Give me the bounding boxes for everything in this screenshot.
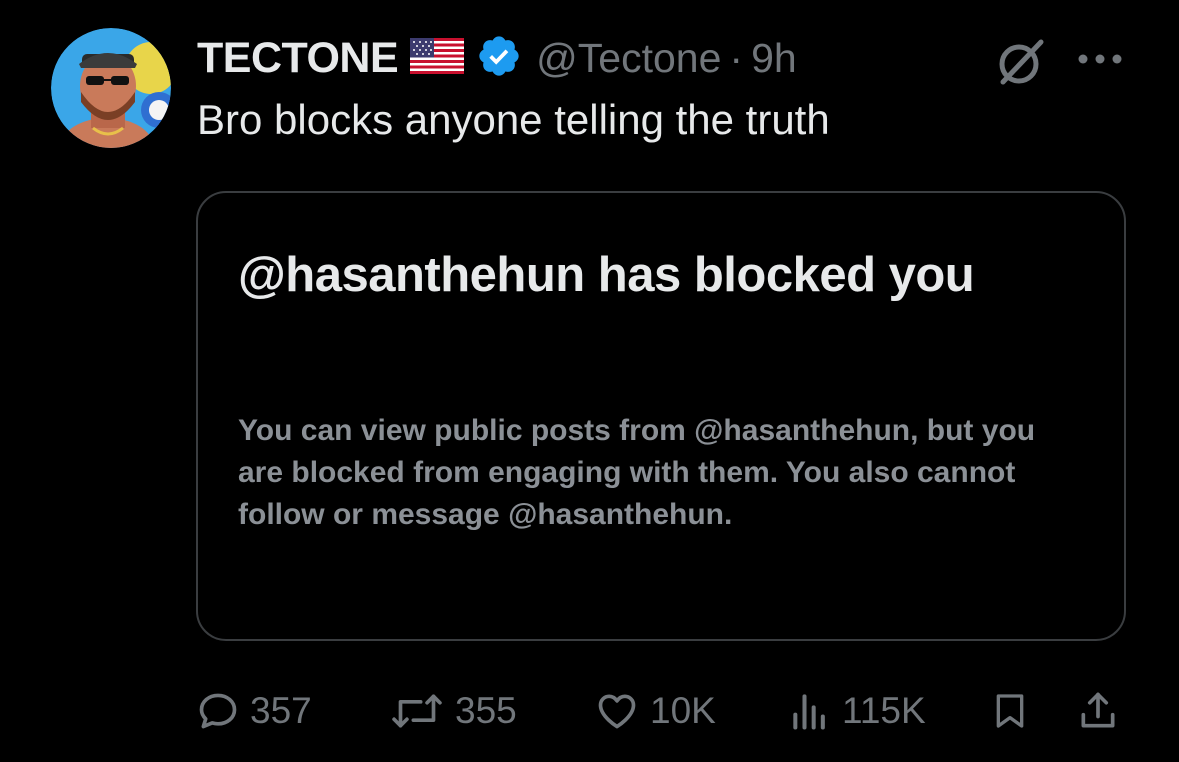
action-bar: 357 355 10K 115K [196,683,1136,739]
separator: · [729,34,744,81]
blocked-title: @hasanthehun has blocked you [238,248,975,302]
timestamp[interactable]: 9h [751,35,797,81]
repost-icon [392,694,442,728]
repost-button[interactable]: 355 [389,683,517,739]
bookmark-icon [996,694,1024,728]
like-button[interactable]: 10K [594,683,716,739]
blocked-description: You can view public posts from @hasanthe… [238,414,1036,531]
display-name[interactable]: TECTONE [197,34,399,83]
share-button[interactable] [1076,683,1120,739]
like-count: 10K [650,690,716,731]
views-button[interactable]: 115K [788,683,926,739]
share-icon [1081,692,1115,728]
tweet-header: TECTONE @Tectone · 9h [197,30,797,86]
reply-button[interactable]: 357 [196,683,312,739]
heart-icon [598,694,636,729]
avatar-image [51,28,171,148]
repost-count: 355 [455,690,517,731]
reply-icon [199,693,237,729]
avatar[interactable] [51,28,171,148]
analytics-icon [793,694,825,730]
bookmark-button[interactable] [990,683,1030,739]
handle-and-time: @Tectone · 9h [536,35,797,82]
view-count: 115K [842,690,926,731]
more-options-icon[interactable] [1076,52,1124,71]
us-flag-icon [410,37,465,79]
handle[interactable]: @Tectone [536,35,721,81]
embedded-image-card[interactable]: @hasanthehun has blocked you You can vie… [196,191,1126,641]
tweet-text: Bro blocks anyone telling the truth [197,96,830,143]
reply-count: 357 [250,690,312,731]
grok-icon[interactable] [993,34,1049,95]
verified-badge-icon[interactable] [476,33,522,84]
